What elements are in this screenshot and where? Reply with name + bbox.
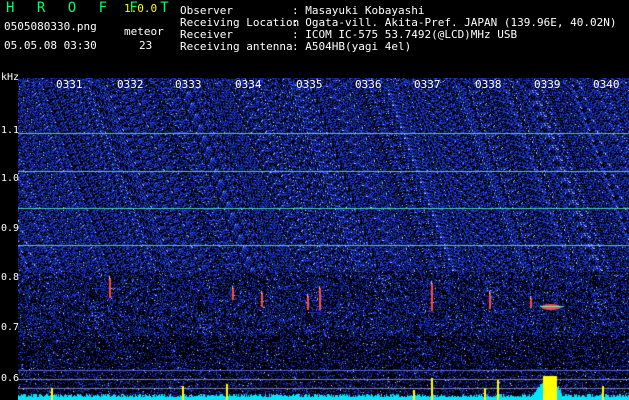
time-tick: 0340 [593,78,620,91]
time-tick: 0332 [117,78,144,91]
frequency-tick: 0.6 [1,373,20,384]
time-tick: 0331 [56,78,83,91]
frequency-tick: 0.8 [1,272,20,283]
time-tick: 0334 [235,78,262,91]
time-axis: 0331 0332 0333 0334 0335 0336 0337 0338 … [0,78,629,92]
time-tick: 0338 [475,78,502,91]
app-version: 1.0.0 [124,2,158,15]
frequency-tick: 0.7 [1,322,20,333]
antenna-value: : A504HB(yagi 4el) [292,40,412,53]
spectrogram [18,78,629,400]
frequency-unit: kHz [1,72,20,83]
antenna-key: Receiving antenna [180,40,293,53]
frequency-tick: 1.0 [1,173,20,184]
time-tick: 0333 [175,78,202,91]
time-tick: 0336 [355,78,382,91]
header-panel: H R O F F T 1.0.0 0505080330.png meteor … [0,0,629,78]
frequency-tick: 1.1 [1,125,20,136]
frequency-tick: 0.9 [1,223,20,234]
time-tick: 0335 [296,78,323,91]
frequency-axis: kHz 1.1 1.0 0.9 0.8 0.7 0.6 [0,0,20,400]
time-tick: 0339 [534,78,561,91]
time-tick: 0337 [414,78,441,91]
meteor-count: 23 [139,39,153,52]
meteor-label: meteor [124,25,164,38]
